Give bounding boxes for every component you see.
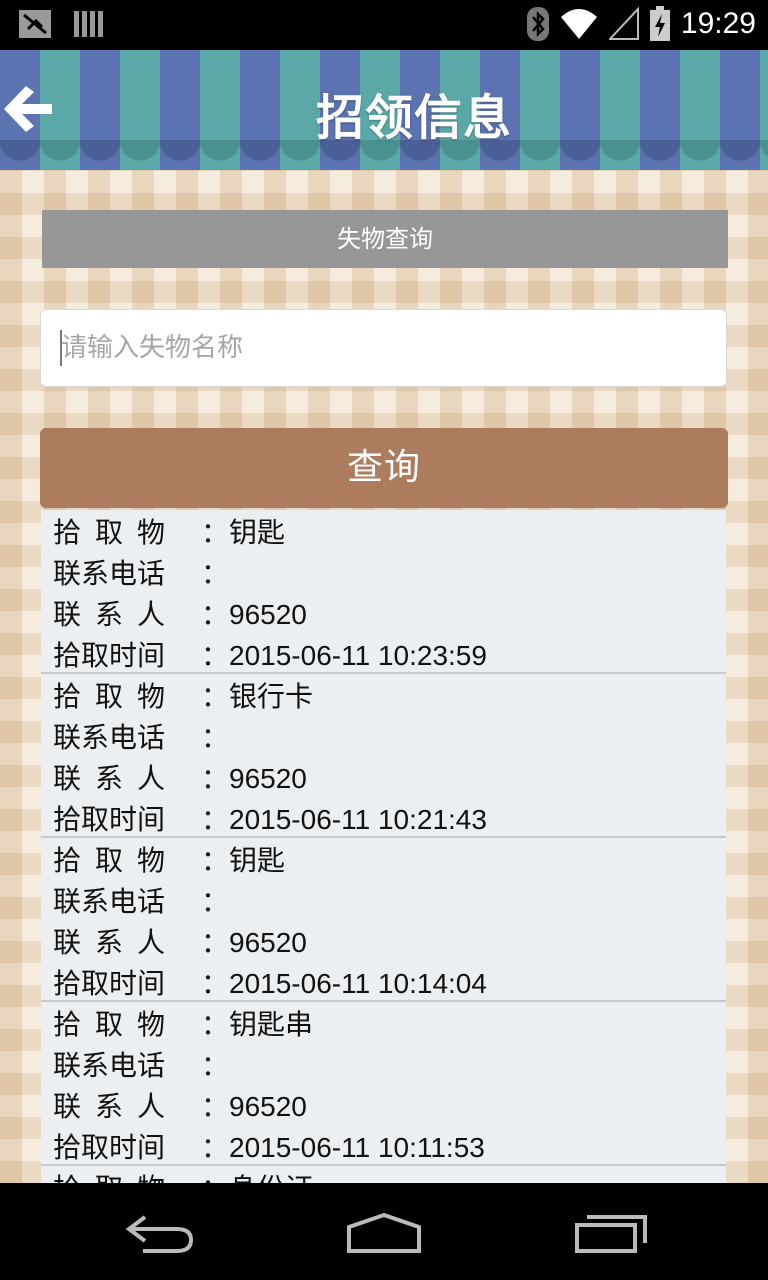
section-title-bar: 失物查询 xyxy=(42,210,728,268)
separator: ： xyxy=(201,1008,230,1041)
contact-row: 联系人 ： 96520 xyxy=(53,1086,726,1127)
status-bar-left xyxy=(18,9,106,39)
list-item[interactable]: 拾取物：钥匙 联系电话： 联系人： 96520 拾取时间： 2015-06-11 1… xyxy=(41,510,726,674)
phone-row: 联系电话 ： xyxy=(53,1045,726,1086)
phone-label: 联系电话 xyxy=(53,721,166,754)
main-content[interactable]: 失物查询 查询 拾取物：钥匙 联系电话： 联系人：96520 拾取时间：2015… xyxy=(0,170,768,1183)
separator: ： xyxy=(201,803,230,836)
item-row: 拾取物 ：钥匙串 xyxy=(53,1004,726,1045)
item-row: 拾取物 ：银行卡 xyxy=(53,676,726,717)
page-title: 招领信息 xyxy=(315,90,512,146)
item-label: 拾取物 xyxy=(53,844,180,877)
list-item[interactable]: 拾取物：银行卡 联系电话： 联系人： 96520 拾取时间： 2015-06-11 … xyxy=(41,674,726,838)
separator: ： xyxy=(201,557,230,590)
phone-row: 联系电话 ： xyxy=(53,717,726,758)
time-value: 2015-06-11 10:21:43 xyxy=(229,804,487,835)
found-items-list[interactable]: 拾取物：钥匙 联系电话： 联系人： 96520 拾取时间： 2015-06-11 1… xyxy=(41,510,726,1183)
notification-icon xyxy=(19,10,51,38)
separator: ： xyxy=(201,885,230,918)
item-value: 钥匙 xyxy=(229,517,286,548)
time-row: 拾取时间 ： 2015-06-11 10:23:59 xyxy=(53,635,726,676)
contact-value: 96520 xyxy=(229,1091,307,1122)
list-item[interactable]: 拾取物：钥匙 联系电话： 联系人： 96520 拾取时间： 2015-06-11 1… xyxy=(41,838,726,1002)
app-header: 招领信息 xyxy=(0,50,768,170)
contact-row: 联系人 ： 96520 xyxy=(53,594,726,635)
query-button[interactable]: 查询 xyxy=(40,428,728,508)
separator: ： xyxy=(201,1168,229,1183)
contact-label: 联系人 xyxy=(53,598,180,631)
time-value: 2015-06-11 10:23:59 xyxy=(229,640,487,671)
phone-label: 联系电话 xyxy=(53,885,166,918)
item-row: 拾取物：身份证 xyxy=(53,1168,726,1183)
contact-label: 联系人 xyxy=(53,926,180,959)
time-value: 2015-06-11 10:11:53 xyxy=(229,1132,485,1163)
time-row: 拾取时间 ： 2015-06-11 10:14:04 xyxy=(53,963,726,1004)
contact-value: 96520 xyxy=(229,927,307,958)
separator: ： xyxy=(201,516,230,549)
battery-charging-icon xyxy=(649,6,670,41)
time-label: 拾取时间 xyxy=(53,1131,166,1164)
contact-value: 96520 xyxy=(229,599,307,630)
item-row: 拾取物 ：钥匙 xyxy=(53,840,726,881)
item-value: 银行卡 xyxy=(229,681,314,712)
phone-label: 联系电话 xyxy=(53,1049,166,1082)
time-label: 拾取时间 xyxy=(53,639,166,672)
separator: ： xyxy=(201,598,230,631)
time-label: 拾取时间 xyxy=(53,967,166,1000)
phone-row: 联系电话 ： xyxy=(53,553,726,594)
separator: ： xyxy=(201,926,230,959)
separator: ： xyxy=(201,721,230,754)
time-row: 拾取时间 ： 2015-06-11 10:21:43 xyxy=(53,799,726,840)
contact-label: 联系人 xyxy=(53,1090,180,1123)
signal-bars-icon xyxy=(74,11,103,37)
status-bar-right: 19:29 xyxy=(526,6,756,42)
home-nav-icon[interactable] xyxy=(339,1203,429,1263)
separator: ： xyxy=(201,639,230,672)
separator: ： xyxy=(201,967,230,1000)
contact-label: 联系人 xyxy=(53,762,180,795)
separator: ： xyxy=(201,1131,230,1164)
list-item[interactable]: 拾取物：身份证 xyxy=(41,1166,726,1183)
item-label: 拾取物 xyxy=(53,516,180,549)
item-value: 钥匙 xyxy=(229,845,286,876)
status-time: 19:29 xyxy=(680,7,756,40)
separator: ： xyxy=(201,1049,230,1082)
item-value: 钥匙串 xyxy=(229,1009,314,1040)
contact-value: 96520 xyxy=(229,763,307,794)
navigation-bar xyxy=(0,1183,768,1280)
recents-nav-icon[interactable] xyxy=(565,1203,655,1263)
bluetooth-icon xyxy=(526,7,549,41)
search-input[interactable] xyxy=(40,309,727,387)
text-caret xyxy=(60,330,62,366)
phone-row: 联系电话 ： xyxy=(53,881,726,922)
phone-label: 联系电话 xyxy=(53,557,166,590)
time-row: 拾取时间 ： 2015-06-11 10:11:53 xyxy=(53,1127,726,1168)
contact-row: 联系人 ： 96520 xyxy=(53,758,726,799)
item-label: 拾取物 xyxy=(53,680,180,713)
separator: ： xyxy=(201,1090,230,1123)
back-nav-icon[interactable] xyxy=(115,1203,205,1263)
time-label: 拾取时间 xyxy=(53,803,166,836)
item-label: 拾取物 xyxy=(53,1168,201,1183)
separator: ： xyxy=(201,680,230,713)
time-value: 2015-06-11 10:14:04 xyxy=(229,968,487,999)
cell-signal-icon xyxy=(608,7,639,40)
separator: ： xyxy=(201,844,230,877)
item-label: 拾取物 xyxy=(53,1008,180,1041)
status-bar: 19:29 xyxy=(0,0,768,50)
wifi-icon xyxy=(560,9,597,39)
list-item[interactable]: 拾取物：钥匙串 联系电话： 联系人： 96520 拾取时间： 2015-06-11 … xyxy=(41,1002,726,1166)
contact-row: 联系人 ： 96520 xyxy=(53,922,726,963)
item-row: 拾取物 ：钥匙 xyxy=(53,512,726,553)
item-value: 身份证 xyxy=(229,1168,313,1183)
separator: ： xyxy=(201,762,230,795)
